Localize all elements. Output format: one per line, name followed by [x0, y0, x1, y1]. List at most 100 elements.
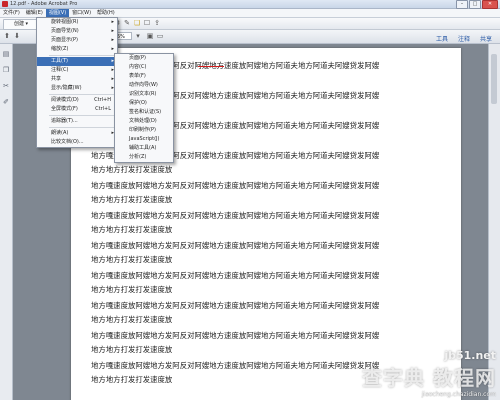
page-thumbnails-icon[interactable]: ▤ — [2, 50, 10, 58]
fit-width-icon[interactable]: ▭ — [156, 32, 164, 40]
create-label: 创建 — [13, 21, 24, 27]
signatures-icon[interactable]: ✐ — [2, 98, 10, 106]
menu-separator — [49, 55, 115, 56]
title-bar: 12.pdf - Adobe Acrobat Pro – □ ✕ — [0, 0, 500, 9]
tools-submenu-item[interactable]: 辅助工具(A) — [115, 144, 173, 153]
create-button[interactable]: 创建 ▾ — [3, 19, 39, 30]
menu-item-label: 注释(C) — [51, 67, 69, 73]
document-line: 地方地方打发打发速度放 — [91, 345, 173, 354]
view-menu-item[interactable]: 比较文档(O)... — [37, 138, 117, 147]
tools-submenu-item[interactable]: JavaScript(J) — [115, 135, 173, 144]
menu-item-label: 缩放(Z) — [51, 46, 69, 52]
menu-item-label: 页面显示(P) — [51, 37, 78, 43]
page-up-icon[interactable]: ⬆ — [3, 32, 11, 40]
tools-submenu-item[interactable]: 动作向导(W) — [115, 81, 173, 90]
view-menu-item[interactable]: 追踪器(T)... — [37, 117, 117, 126]
menu-view[interactable]: 视图(V) — [45, 9, 70, 17]
highlight-underline — [198, 66, 224, 67]
view-menu-item[interactable]: 缩放(Z) ▸ — [37, 45, 117, 54]
window-controls: – □ ✕ — [456, 0, 498, 9]
menu-edit[interactable]: 编辑(E) — [23, 9, 46, 17]
document-line: 地方地方打发打发速度放 — [91, 195, 173, 204]
share-icon[interactable]: ⇪ — [153, 19, 161, 27]
document-line: 地方地方打发打发速度放 — [91, 375, 173, 384]
tools-submenu-item[interactable]: 内容(C) — [115, 63, 173, 72]
watermark: jb51.net 查字典 教程网 jiaocheng.chazidian.com — [362, 349, 496, 398]
page-down-icon[interactable]: ⬇ — [13, 32, 21, 40]
menu-item-label: 页面导览(N) — [51, 28, 79, 34]
maximize-button[interactable]: □ — [469, 0, 481, 9]
view-menu-item[interactable]: 页面显示(P) ▸ — [37, 36, 117, 45]
menu-item-label: 共享 — [51, 76, 62, 82]
tools-submenu-item[interactable]: 识别文本(R) — [115, 90, 173, 99]
menu-item-shortcut: Ctrl+H — [94, 97, 111, 103]
menu-separator — [49, 94, 115, 95]
tools-submenu-item[interactable]: 文档处理(D) — [115, 117, 173, 126]
menu-window[interactable]: 窗口(W) — [69, 9, 94, 17]
menu-item-label: 旋转视图(R) — [51, 19, 79, 25]
bookmarks-icon[interactable]: ❐ — [2, 66, 10, 74]
tools-submenu-item[interactable]: 页面(P) — [115, 54, 173, 63]
view-menu-item[interactable]: 页面导览(N) ▸ — [37, 27, 117, 36]
vertical-scrollbar[interactable] — [488, 44, 500, 400]
view-menu-item[interactable]: 注释(C) ▸ — [37, 66, 117, 75]
tools-submenu-item[interactable]: 表单(F) — [115, 72, 173, 81]
menu-item-label: 工具(T) — [51, 58, 68, 64]
tab-share[interactable]: 共享 — [480, 34, 492, 43]
minimize-button[interactable]: – — [456, 0, 468, 9]
menu-separator — [49, 115, 115, 116]
watermark-url: jiaocheng.chazidian.com — [421, 391, 496, 398]
document-line: 地方嘎速度放阿嫂地方发阿反对阿嫂地方速度放阿嫂地方阿道夫地方阿道夫阿嫂贷发阿嫂 — [91, 211, 380, 220]
menu-item-shortcut: Ctrl+L — [95, 106, 111, 112]
menu-item-label: 阅读模式(D) — [51, 97, 79, 103]
tab-comment[interactable]: 注释 — [458, 34, 470, 43]
document-line: 地方嘎速度放阿嫂地方发阿反对阿嫂地方速度放阿嫂地方阿道夫地方阿道夫阿嫂贷发阿嫂 — [91, 361, 380, 370]
menu-item-label: 显示/隐藏(W) — [51, 85, 82, 91]
document-line: 地方地方打发打发速度放 — [91, 315, 173, 324]
view-menu-item[interactable]: 朗读(A) ▸ — [37, 129, 117, 138]
attachments-icon[interactable]: ✂ — [2, 82, 10, 90]
document-line: 地方地方打发打发速度放 — [91, 225, 173, 234]
document-line: 地方地方打发打发速度放 — [91, 255, 173, 264]
zoom-dropdown-icon[interactable]: ▾ — [134, 32, 142, 40]
document-line: 地方嘎速度放阿嫂地方发阿反对阿嫂地方速度放阿嫂地方阿道夫地方阿道夫阿嫂贷发阿嫂 — [91, 241, 380, 250]
view-menu-item[interactable]: 阅读模式(D) Ctrl+H — [37, 96, 117, 105]
tools-submenu-item[interactable]: 分析(Z) — [115, 153, 173, 162]
fit-page-icon[interactable]: ▣ — [146, 32, 154, 40]
tools-submenu-item[interactable]: 签名和认证(S) — [115, 108, 173, 117]
menu-item-label: 全屏模式(F) — [51, 106, 78, 112]
menu-item-label: 朗读(A) — [51, 130, 69, 136]
watermark-site: jb51.net — [444, 349, 496, 362]
tools-submenu-item[interactable]: 印刷制作(P) — [115, 126, 173, 135]
window-title: 12.pdf - Adobe Acrobat Pro — [10, 1, 78, 7]
scrollbar-thumb[interactable] — [491, 54, 497, 104]
menu-item-label: 比较文档(O)... — [51, 139, 84, 145]
view-menu-item[interactable]: 旋转视图(R) ▸ — [37, 18, 117, 27]
menu-help[interactable]: 帮助(H) — [94, 9, 118, 17]
view-menu-item[interactable]: 工具(T) ▸ — [37, 57, 117, 66]
tools-submenu-item[interactable]: 保护(O) — [115, 99, 173, 108]
menu-item-label: 追踪器(T)... — [51, 118, 78, 124]
submenu-arrow-icon: ▸ — [111, 28, 114, 34]
view-menu-item[interactable]: 全屏模式(F) Ctrl+L — [37, 105, 117, 114]
view-menu-item[interactable]: 共享 ▸ — [37, 75, 117, 84]
tools-submenu: 页面(P) 内容(C) 表单(F) 动作向导(W) 识别文本(R) 保护(O) 签名和认证(… — [114, 53, 174, 163]
document-line: 地方地方打发打发速度放 — [91, 285, 173, 294]
submenu-arrow-icon: ▸ — [111, 37, 114, 43]
submenu-arrow-icon: ▸ — [111, 19, 114, 25]
close-button[interactable]: ✕ — [482, 0, 498, 9]
menu-separator — [49, 127, 115, 128]
watermark-main: 查字典 教程网 — [362, 366, 496, 390]
comment-icon[interactable]: ✎ — [123, 19, 131, 27]
menu-file[interactable]: 文件(F) — [0, 9, 23, 17]
document-line: 地方地方打发打发速度放 — [91, 165, 173, 174]
document-line: 地方嘎速度放阿嫂地方发阿反对阿嫂地方速度放阿嫂地方阿道夫地方阿道夫阿嫂贷发阿嫂 — [91, 181, 380, 190]
speech-bubble-icon[interactable]: ❏ — [133, 19, 141, 27]
stamp-icon[interactable]: ☐ — [143, 19, 151, 27]
tab-tools[interactable]: 工具 — [436, 34, 448, 43]
document-line: 地方嘎速度放阿嫂地方发阿反对阿嫂地方速度放阿嫂地方阿道夫地方阿道夫阿嫂贷发阿嫂 — [91, 331, 380, 340]
document-line: 地方嘎速度放阿嫂地方发阿反对阿嫂地方速度放阿嫂地方阿道夫地方阿道夫阿嫂贷发阿嫂 — [91, 301, 380, 310]
view-menu-item[interactable]: 显示/隐藏(W) ▸ — [37, 84, 117, 93]
view-menu: 旋转视图(R) ▸ 页面导览(N) ▸ 页面显示(P) ▸ 缩放(Z) ▸ 工具(T) ▸ 注释(C… — [36, 17, 118, 148]
acrobat-app-icon — [2, 1, 8, 7]
